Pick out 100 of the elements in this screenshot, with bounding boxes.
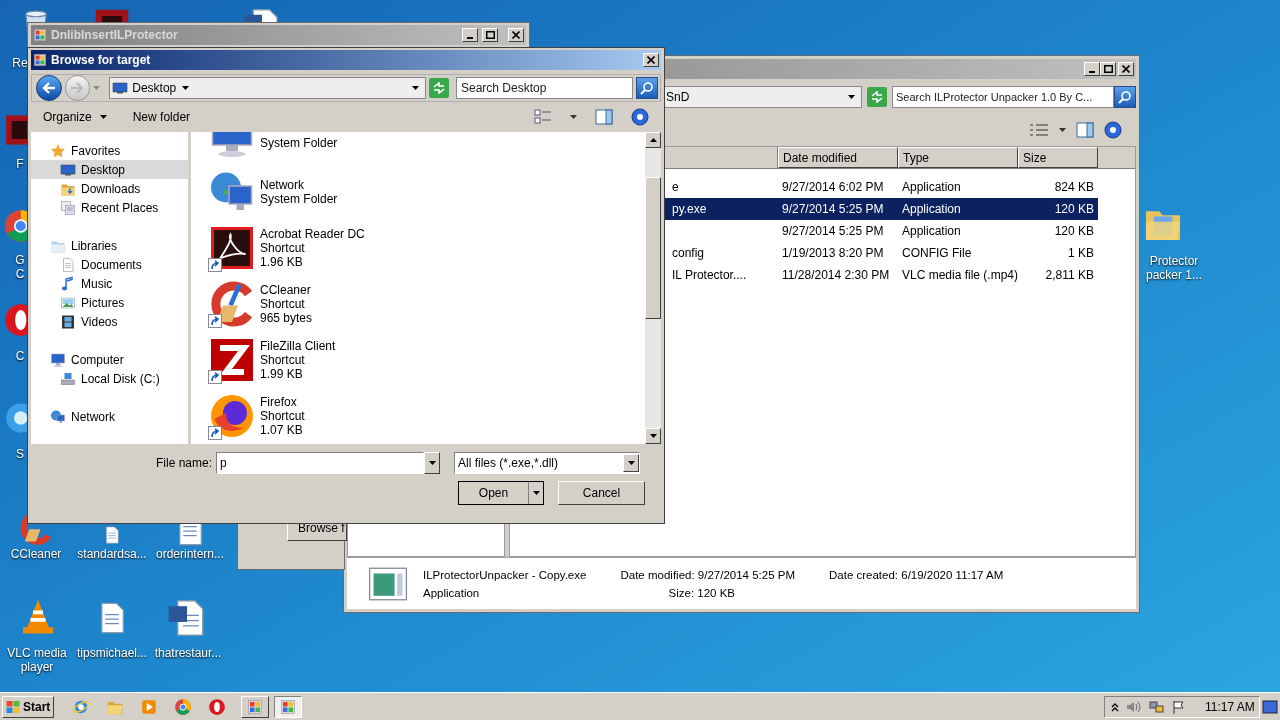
close-button[interactable] (1118, 62, 1134, 76)
nav-item[interactable]: Pictures (31, 293, 188, 312)
nav-item[interactable]: Network (31, 407, 188, 426)
desktop-icon-label[interactable]: player (20, 660, 54, 674)
file-detail: 965 bytes (260, 311, 313, 325)
pdf-icon (208, 224, 256, 272)
search-button[interactable] (1114, 86, 1136, 108)
show-desktop-icon[interactable] (1262, 699, 1278, 714)
taskbar-window-button[interactable] (274, 695, 302, 718)
maximize-button[interactable] (482, 28, 498, 42)
desktop-icon-label[interactable]: C (15, 267, 25, 281)
minimize-button[interactable] (462, 28, 478, 42)
column-header[interactable]: Date modified (778, 147, 898, 168)
network-icon[interactable] (1149, 699, 1165, 714)
file-name-field[interactable]: p (216, 452, 424, 474)
address-field[interactable]: Desktop (109, 77, 427, 99)
shortcut-arrow-icon (208, 314, 222, 328)
back-button[interactable] (36, 75, 62, 101)
search-field[interactable]: Search Desktop (456, 77, 634, 99)
caret-icon (428, 461, 436, 465)
cancel-button[interactable]: Cancel (558, 481, 645, 505)
file-detail: System Folder (260, 136, 338, 150)
file-detail: 1.07 KB (260, 423, 304, 437)
caret-icon (570, 115, 577, 119)
nav-item[interactable]: Music (31, 274, 188, 293)
flag-icon[interactable] (1172, 699, 1186, 714)
search-button[interactable] (636, 77, 658, 99)
close-button[interactable] (508, 28, 524, 42)
details-file-type: Application (423, 585, 481, 601)
nav-item[interactable]: Local Disk (C:) (31, 369, 188, 388)
monitor-icon (112, 80, 129, 96)
document-icon (60, 256, 76, 273)
preview-pane-icon[interactable] (595, 109, 613, 125)
ring-icon (208, 697, 226, 716)
picture-icon (60, 294, 76, 311)
desktop-icon-label[interactable]: orderintern... (155, 547, 224, 561)
desktop-icon-label[interactable]: Re (12, 56, 28, 70)
toolbar-button[interactable]: Organize (39, 106, 111, 128)
nav-item[interactable]: Libraries (31, 236, 188, 255)
desktop-icon-label[interactable]: standardsa... (77, 547, 147, 561)
table-cell: Application (902, 224, 961, 238)
nav-item[interactable]: Desktop (31, 160, 188, 179)
nav-item[interactable]: Videos (31, 312, 188, 331)
close-button[interactable] (643, 53, 659, 67)
table-cell: 9/27/2014 5:25 PM (782, 224, 884, 238)
help-icon[interactable] (1104, 121, 1122, 139)
speaker-icon[interactable] (1126, 699, 1142, 714)
maximize-button[interactable] (1100, 62, 1116, 76)
caret-icon (627, 461, 635, 465)
desktop-icon-label[interactable]: Protector (1149, 254, 1199, 268)
windows-flag-icon (5, 698, 21, 715)
desktop-icon-label[interactable]: F (16, 157, 24, 171)
refresh-icon (432, 82, 447, 94)
view-options-icon[interactable] (1029, 123, 1049, 137)
minimize-button[interactable] (1084, 62, 1100, 76)
nav-item[interactable]: Favorites (31, 141, 188, 160)
down-arrow-icon (649, 434, 657, 438)
refresh-button[interactable] (429, 78, 449, 98)
help-icon[interactable] (631, 108, 649, 126)
table-cell: Application (902, 180, 961, 194)
column-header[interactable]: Size (1018, 147, 1098, 168)
desktop-icon-label[interactable]: thatrestaur... (154, 646, 222, 660)
file-detail: 1.96 KB (260, 255, 304, 269)
zigzag-icon (208, 336, 256, 384)
file-type-dropdown[interactable]: All files (*.exe,*.dll) (454, 452, 640, 474)
scrollbar[interactable] (645, 132, 661, 444)
file-name: CCleaner (260, 283, 312, 297)
toolbar-button[interactable]: New folder (128, 106, 195, 128)
close-icon (1122, 65, 1130, 73)
search-field[interactable]: Search ILProtector Unpacker 1.0 By C... (892, 86, 1114, 108)
film-strip-icon (60, 313, 76, 330)
star-icon (50, 142, 66, 159)
desktop-icon-label[interactable]: VLC media (7, 646, 67, 660)
clock[interactable]: 11:17 AM (1205, 697, 1255, 716)
file-detail: Shortcut (260, 409, 305, 423)
details-size: Size: 120 KB (668, 585, 736, 601)
start-button[interactable]: Start (2, 695, 54, 718)
table-cell: config (672, 246, 705, 260)
nav-item[interactable]: Documents (31, 255, 188, 274)
view-options-icon[interactable] (534, 109, 552, 125)
table-cell: 120 KB (1054, 202, 1094, 216)
desktop-icon-label[interactable]: C (15, 349, 25, 363)
open-button[interactable]: Open (458, 481, 544, 505)
drive-icon (60, 370, 76, 387)
nav-item[interactable]: Downloads (31, 179, 188, 198)
desktop-icon-label[interactable]: CCleaner (10, 547, 62, 561)
nav-item[interactable]: Computer (31, 350, 188, 369)
desktop-icon-label[interactable]: G (15, 253, 25, 267)
chevron-up-icon[interactable] (1111, 701, 1119, 712)
column-header[interactable]: Type (898, 147, 1018, 168)
preview-pane-icon[interactable] (1076, 122, 1094, 138)
desktop-icon-label[interactable]: tipsmichael... (77, 646, 147, 660)
search-icon (640, 81, 655, 95)
scrollbar-thumb[interactable] (645, 177, 661, 319)
table-cell: 824 KB (1054, 180, 1094, 194)
refresh-button[interactable] (867, 87, 887, 107)
desktop-icon-label[interactable]: S (16, 447, 24, 461)
dropdown-button[interactable] (424, 452, 440, 474)
nav-item[interactable]: Recent Places (31, 198, 188, 217)
desktop-icon-label[interactable]: packer 1... (1146, 268, 1202, 282)
